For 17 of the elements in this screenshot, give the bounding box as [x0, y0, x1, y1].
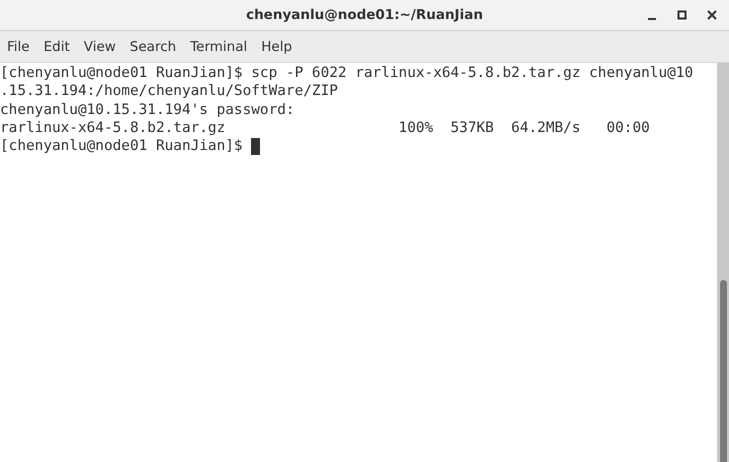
- terminal-line: chenyanlu@10.15.31.194's password:: [0, 100, 295, 119]
- terminal-line: [chenyanlu@node01 RuanJian]$: [0, 137, 244, 156]
- menu-item[interactable]: Edit: [36, 38, 77, 54]
- terminal-line: .15.31.194:/home/chenyanlu/SoftWare/ZIP: [0, 82, 338, 101]
- menu-item[interactable]: File: [0, 38, 37, 54]
- terminal-line: [chenyanlu@node01 RuanJian]$ scp -P 6022 rarlinux-x64-5.8.b2.tar.gz chenyanlu@10: [0, 64, 694, 82]
- scrollbar-thumb[interactable]: [720, 280, 727, 462]
- minimize-icon: [648, 18, 656, 20]
- menu-item[interactable]: Search: [122, 38, 184, 54]
- menu-item[interactable]: View: [76, 38, 123, 54]
- menu-item[interactable]: Help: [254, 38, 300, 54]
- close-icon: [707, 10, 717, 20]
- window-title: chenyanlu@node01:~/RuanJian: [246, 7, 483, 23]
- scrollbar[interactable]: [717, 63, 729, 462]
- terminal-line: rarlinux-x64-5.8.b2.tar.gz 100% 537KB 64.2MB/s 00:00: [0, 118, 650, 138]
- maximize-icon: [677, 10, 687, 20]
- menu-item[interactable]: Terminal: [183, 38, 254, 54]
